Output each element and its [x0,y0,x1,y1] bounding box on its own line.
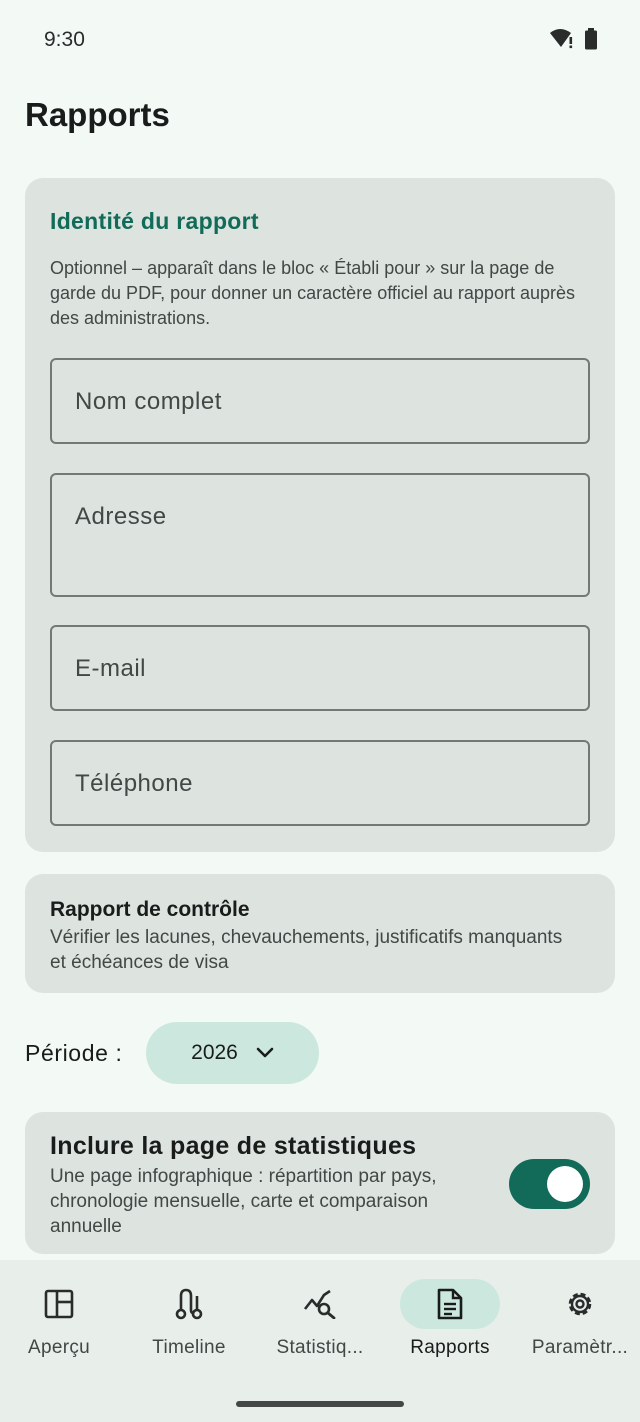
nav-item-timeline[interactable]: Timeline [125,1260,253,1370]
period-value: 2026 [191,1041,238,1064]
nav-icon-wrap [400,1279,500,1329]
nav-item-statistiques[interactable]: Statistiq... [256,1260,384,1370]
nav-item-parametres[interactable]: Paramètr... [516,1260,640,1370]
nav-label-apercu: Aperçu [27,1337,90,1358]
control-report-description: Vérifier les lacunes, chevauchements, ju… [50,927,563,973]
period-label: Période : [25,1040,123,1066]
stats-page-card: Inclure la page de statistiques Une page… [25,1112,615,1254]
email-label: E-mail [75,655,147,682]
status-bar: 9:30 [0,0,640,78]
identity-card: Identité du rapport Optionnel – apparaît… [25,178,615,852]
status-time: 9:30 [44,28,85,51]
address-label: Adresse [75,503,167,530]
timeline-icon [175,1288,203,1320]
document-icon [437,1288,463,1320]
analytics-icon [303,1289,336,1319]
stats-page-title: Inclure la page de statistiques [50,1132,417,1160]
toggle-knob [547,1166,583,1202]
email-field[interactable]: E-mail [50,625,590,711]
address-field[interactable]: Adresse [50,473,590,597]
stats-page-toggle[interactable] [509,1159,590,1209]
nav-item-rapports[interactable]: Rapports [386,1260,514,1370]
stats-page-description: Une page infographique : répartition par… [50,1166,437,1237]
nav-icon-wrap [270,1279,370,1329]
status-icons [550,28,598,50]
identity-card-description: Optionnel – apparaît dans le bloc « Étab… [50,258,575,328]
nav-label-timeline: Timeline [152,1337,226,1358]
identity-card-title: Identité du rapport [50,208,259,234]
phone-label: Téléphone [75,770,193,797]
nav-icon-wrap [9,1279,109,1329]
full-name-label: Nom complet [75,388,222,415]
nav-icon-wrap [530,1279,630,1329]
full-name-field[interactable]: Nom complet [50,358,590,444]
wifi-alert-icon [550,29,573,49]
nav-label-rapports: Rapports [410,1337,490,1358]
page-title: Rapports [25,96,170,133]
nav-icon-wrap [139,1279,239,1329]
nav-label-statistiques: Statistiq... [276,1337,364,1358]
control-report-card[interactable]: Rapport de contrôle Vérifier les lacunes… [25,874,615,993]
nav-label-parametres: Paramètr... [531,1337,629,1358]
phone-field[interactable]: Téléphone [50,740,590,826]
dashboard-icon [44,1289,74,1319]
gear-icon [568,1292,592,1316]
control-report-title: Rapport de contrôle [50,898,250,921]
home-indicator[interactable] [236,1401,404,1407]
chevron-down-icon [256,1047,274,1058]
nav-item-apercu[interactable]: Aperçu [0,1260,123,1370]
period-dropdown[interactable]: 2026 [146,1022,319,1084]
battery-icon [585,28,597,50]
bottom-navigation: Aperçu Timeline Statistiq... Rapports Pa… [0,1260,640,1422]
